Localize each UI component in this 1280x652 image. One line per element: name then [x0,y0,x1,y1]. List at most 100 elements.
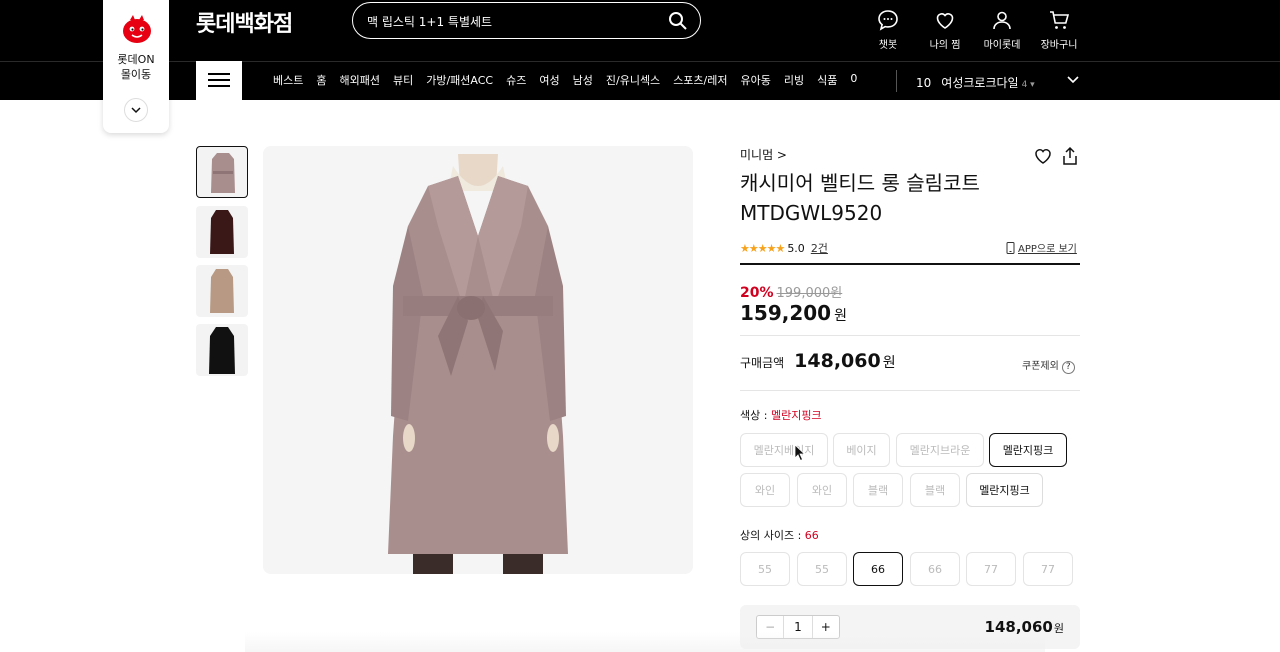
nav-item[interactable]: 식품 [817,72,837,88]
coat-black-thumbnail [209,327,235,374]
nav-item[interactable]: 스포츠/레저 [673,72,727,88]
size-option[interactable]: 66 [910,552,960,586]
color-option[interactable]: 멜란지베이지 [740,433,828,467]
nav-item[interactable]: 0 [850,72,857,88]
lotteon-line2: 몰이동 [120,68,152,81]
rating-score: 5.0 [787,241,805,255]
product-name: 캐시미어 벨티드 롱 슬림코트 [740,171,980,195]
nav-item[interactable]: 해외패션 [340,72,380,88]
sale-price: 159,200 원 [740,301,847,325]
lotteon-label: 롯데ON 몰이동 [103,52,169,82]
brand-breadcrumb[interactable]: 미니멈 > [740,146,787,163]
size-option[interactable]: 55 [740,552,790,586]
product-code: MTDGWL9520 [740,201,883,225]
size-option[interactable]: 55 [797,552,847,586]
lotteon-shortcut[interactable]: 롯데ON 몰이동 [103,0,169,133]
chevron-down-icon [131,107,141,114]
search-input[interactable] [367,11,657,31]
cart-label: 장바구니 [1040,40,1078,51]
heart-icon[interactable] [1033,146,1053,166]
product-thumbnail[interactable] [196,206,248,258]
coupon-exclude-label: 쿠폰제외 [1022,361,1059,372]
coat-wine-thumbnail [210,210,234,254]
color-option-label: 색상 : 멜란지핑크 [740,407,822,423]
color-option[interactable]: 와인 [797,473,847,507]
price-discount-row: 20% 199,000원 [740,282,842,301]
share-icon[interactable] [1061,146,1079,166]
product-title: 캐시미어 벨티드 롱 슬림코트 MTDGWL9520 [740,168,1060,228]
color-option-selected[interactable]: 멜란지핑크 [989,433,1067,467]
brand-logo[interactable]: 롯데백화점 [196,6,293,38]
mouse-cursor-icon [794,444,806,462]
wishlist-button[interactable]: 나의 찜 [915,8,975,51]
color-option[interactable]: 베이지 [833,433,890,467]
product-thumbnail[interactable] [196,146,248,198]
chat-icon [878,10,898,31]
size-label: 상의 사이즈 : [740,529,805,542]
divider [740,335,1080,336]
wishlist-label: 나의 찜 [929,40,961,51]
cart-button[interactable]: 장바구니 [1029,8,1089,51]
color-option[interactable]: 블랙 [853,473,903,507]
product-thumbnail[interactable] [196,324,248,376]
size-selected: 66 [804,529,819,542]
nav-item[interactable]: 슈즈 [506,72,526,88]
mypage-label: 마이롯데 [983,40,1021,51]
nav-item[interactable]: 베스트 [273,72,303,88]
product-main-image[interactable] [263,146,693,574]
nav-item[interactable]: 뷰티 [393,72,413,88]
question-icon[interactable]: ? [1061,361,1075,374]
search-bar[interactable] [352,2,701,39]
discount-rate: 20% [740,285,774,301]
color-option[interactable]: 블랙 [910,473,960,507]
size-option-selected[interactable]: 66 [853,552,903,586]
chatbot-label: 챗봇 [878,40,898,51]
mypage-button[interactable]: 마이롯데 [972,8,1032,51]
coat-beige-thumbnail [210,269,234,313]
trending-rank: 10 [916,76,932,90]
coupon-exclude-info[interactable]: 쿠폰제외? [1022,357,1075,374]
all-menu-button[interactable] [196,61,242,100]
hamburger-icon [208,73,230,75]
chatbot-button[interactable]: 챗봇 [858,8,918,51]
nav-item[interactable]: 홈 [316,72,326,88]
divider [740,263,1080,265]
nav-item[interactable]: 여성 [539,72,559,88]
cart-icon [1050,11,1070,29]
sale-price-value: 159,200 [740,301,832,325]
nav-divider [896,70,897,92]
size-option[interactable]: 77 [966,552,1016,586]
trending-text: 여성크로크다일 [941,76,1019,90]
product-thumbnail[interactable] [196,265,248,317]
lotteon-line1: 롯데ON [117,53,155,66]
chevron-down-icon[interactable] [1066,73,1080,87]
quantity-total-unit: 원 [1053,622,1064,635]
search-icon[interactable] [668,11,688,31]
sale-price-unit: 원 [834,308,847,324]
nav-item[interactable]: 남성 [573,72,593,88]
star-rating-icon: ★★★★★ [740,241,785,255]
user-icon [993,11,1011,30]
color-option[interactable]: 멜란지핑크 [966,473,1043,507]
purchase-amount-label: 구매금액 [740,356,785,370]
color-selected: 멜란지핑크 [770,409,822,422]
trending-keyword[interactable]: 10 여성크로크다일 4 ▾ [916,74,1035,91]
color-option[interactable]: 멜란지브라운 [896,433,984,467]
mobile-icon [1006,242,1015,254]
app-view-link[interactable]: APP으로 보기 [1006,240,1077,255]
heart-icon [936,13,954,29]
lotteon-expand-button[interactable] [124,98,148,122]
color-option[interactable]: 와인 [740,473,790,507]
nav-item[interactable]: 리빙 [784,72,804,88]
coat-photo [263,146,693,574]
nav-item[interactable]: 진/유니섹스 [606,72,660,88]
nav-item[interactable]: 가방/패션ACC [426,72,493,88]
hamburger-line [208,79,230,81]
coat-pink-thumbnail [211,153,235,193]
size-option[interactable]: 77 [1023,552,1073,586]
purchase-amount: 구매금액 148,060 원 [740,350,896,372]
trending-change: 4 ▾ [1021,80,1035,90]
review-count-link[interactable]: 2건 [811,240,828,256]
nav-item[interactable]: 유아동 [741,72,771,88]
divider [740,390,1080,391]
